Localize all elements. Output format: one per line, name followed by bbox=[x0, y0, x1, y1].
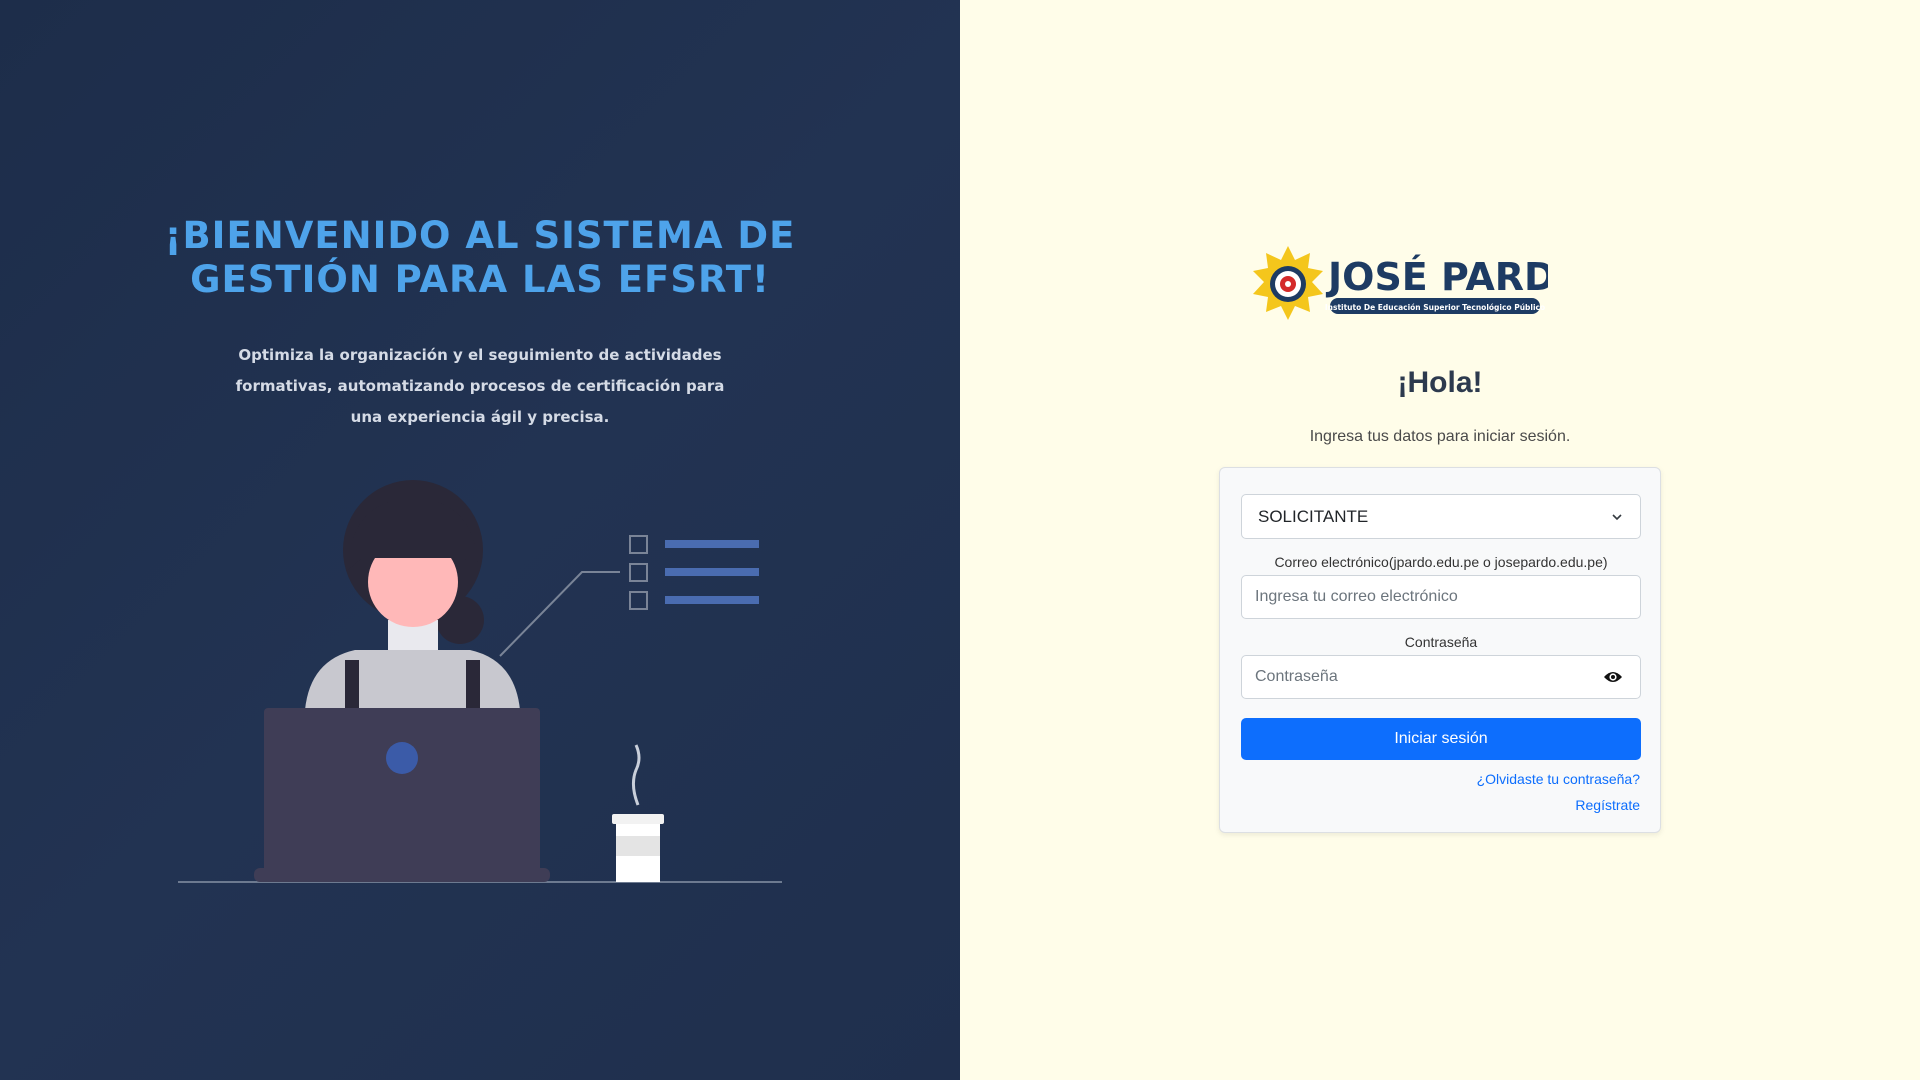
login-instruction: Ingresa tus datos para iniciar sesión. bbox=[1309, 428, 1571, 445]
role-select[interactable]: SOLICITANTE bbox=[1241, 494, 1641, 539]
email-input[interactable] bbox=[1241, 575, 1641, 619]
woman-at-laptop-illustration bbox=[178, 480, 782, 883]
login-page: ¡Bienvenido al sistema de gestión para l… bbox=[0, 0, 1920, 1080]
torso-shape bbox=[305, 650, 520, 710]
laptop-logo-shape bbox=[386, 742, 418, 774]
welcome-title: ¡Bienvenido al sistema de gestión para l… bbox=[164, 214, 796, 301]
callout-line bbox=[499, 571, 620, 657]
laptop-shape bbox=[264, 708, 540, 880]
login-panel: JOSÉ PARDO Instituto De Educación Superi… bbox=[960, 0, 1920, 1080]
role-select-value: SOLICITANTE bbox=[1258, 506, 1369, 526]
register-link[interactable]: Regístrate bbox=[1575, 797, 1640, 813]
chevron-down-icon bbox=[1612, 513, 1622, 520]
welcome-subtitle: Optimiza la organización y el seguimient… bbox=[235, 346, 725, 426]
logo-wordmark: JOSÉ PARDO bbox=[1325, 255, 1548, 299]
email-label: Correo electrónico(jpardo.edu.pe o josep… bbox=[1274, 554, 1608, 570]
login-button[interactable]: Iniciar sesión bbox=[1241, 718, 1641, 760]
checkbox-icon bbox=[629, 535, 648, 554]
greeting-heading: ¡Hola! bbox=[1397, 366, 1483, 399]
password-label: Contraseña bbox=[1404, 634, 1478, 650]
eye-icon[interactable] bbox=[1601, 665, 1625, 689]
logo-tagline: Instituto De Educación Superior Tecnológ… bbox=[1325, 303, 1545, 312]
login-form: SOLICITANTE Correo electrónico(jpardo.ed… bbox=[1219, 467, 1661, 833]
forgot-password-link[interactable]: ¿Olvidaste tu contraseña? bbox=[1477, 771, 1640, 787]
steam-shape bbox=[631, 744, 641, 806]
institute-logo: JOSÉ PARDO Instituto De Educación Superi… bbox=[1253, 246, 1548, 320]
checkbox-icon bbox=[629, 563, 648, 582]
checkbox-icon bbox=[629, 591, 648, 610]
welcome-panel: ¡Bienvenido al sistema de gestión para l… bbox=[0, 0, 960, 1080]
password-input[interactable] bbox=[1241, 655, 1641, 699]
